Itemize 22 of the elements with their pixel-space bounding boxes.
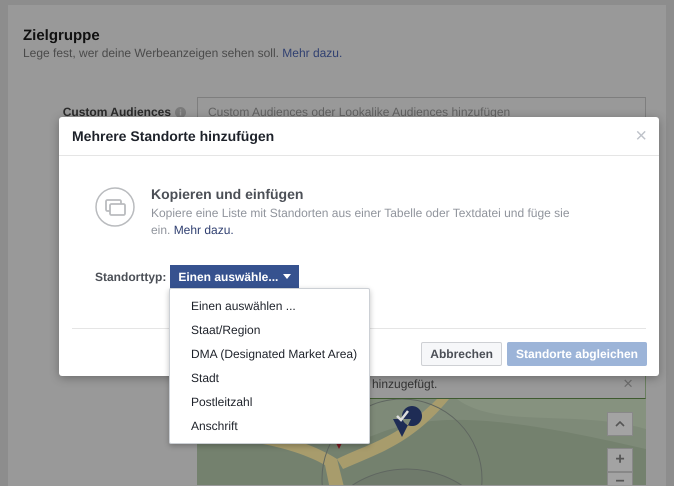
notice-text: hinzugefügt. (372, 376, 438, 390)
field-label: Standorttyp: (95, 270, 166, 284)
caret-up-icon (615, 421, 625, 427)
dropdown-option[interactable]: Stadt (170, 366, 369, 390)
dialog-title: Mehrere Standorte hinzufügen (72, 128, 274, 144)
dropdown-option[interactable]: Einen auswählen ... (170, 294, 369, 318)
dropdown-option[interactable]: Staat/Region (170, 318, 369, 342)
learn-more-link[interactable]: Mehr dazu. (174, 223, 234, 237)
copy-icon (95, 187, 135, 227)
cancel-button[interactable]: Abbrechen (421, 342, 502, 366)
section-description: Lege fest, wer deine Werbeanzeigen sehen soll. Mehr dazu. (23, 46, 344, 60)
info-icon[interactable] (175, 106, 186, 118)
learn-more-link[interactable]: Mehr dazu. (282, 46, 342, 60)
dropdown-option[interactable]: DMA (Designated Market Area) (170, 342, 369, 366)
option-title: Kopieren und einfügen (151, 186, 304, 202)
location-type-dropdown[interactable]: Einen auswähle... (170, 265, 300, 288)
option-description: Kopiere eine Liste mit Standorten aus einer Tabelle oder Textdatei und füge sie ein. Mehr dazu. (151, 205, 570, 239)
field-label: Custom Audiences (62, 105, 171, 119)
section-title: Zielgruppe (23, 27, 101, 44)
caret-down-icon (283, 274, 292, 279)
dropdown-option[interactable]: Postleitzahl (170, 390, 369, 414)
dropdown-option[interactable]: Anschrift (170, 414, 369, 438)
